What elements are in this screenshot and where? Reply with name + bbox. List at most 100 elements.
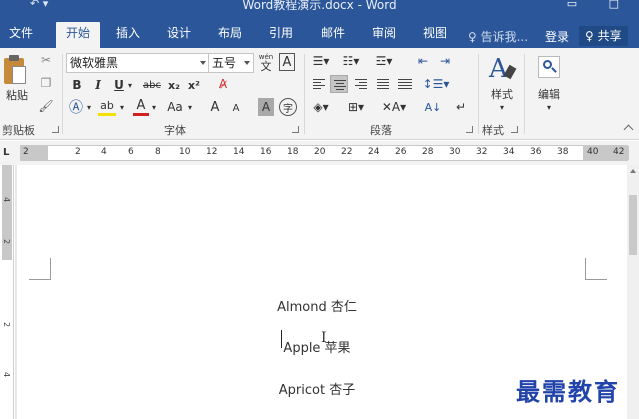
font-launcher-icon[interactable] (292, 126, 299, 133)
justify-button[interactable] (374, 75, 392, 93)
line-spacing-icon[interactable]: ↕☰▾ (423, 75, 450, 93)
ruler-number: 12 (206, 147, 218, 157)
italic-button[interactable]: I (91, 76, 105, 94)
font-name-input[interactable]: 微软雅黑 (66, 53, 210, 73)
char-shading-button[interactable]: A (258, 98, 274, 116)
align-left-button[interactable] (310, 75, 328, 93)
format-painter-icon[interactable]: 🖌 (38, 98, 54, 114)
ruler-number: 38 (557, 147, 569, 157)
font-size-input[interactable]: 五号 (208, 53, 254, 73)
ruler-number: 32 (476, 147, 488, 157)
paste-icon[interactable] (2, 54, 28, 88)
grow-font-button[interactable]: A (208, 98, 222, 116)
show-marks-icon[interactable]: ↵ (452, 98, 470, 116)
clear-formatting-icon[interactable]: A̷ (215, 75, 231, 93)
text-effects-icon[interactable]: Ⓐ (68, 98, 84, 116)
align-center-button[interactable] (330, 75, 348, 93)
chevron-down-icon[interactable]: ▾ (150, 102, 158, 112)
chevron-down-icon[interactable]: ▾ (498, 102, 506, 112)
chevron-down-icon[interactable]: ▾ (126, 80, 134, 90)
tell-me-search[interactable]: ♀ 告诉我... (468, 28, 528, 45)
underline-button[interactable]: U (112, 76, 126, 94)
vertical-scrollbar[interactable] (627, 165, 639, 419)
tab-stop-selector[interactable]: L (3, 147, 9, 158)
subscript-button[interactable]: x₂ (166, 76, 182, 94)
ruler-number: 4 (101, 147, 107, 157)
ruler-number: 40 (587, 147, 599, 157)
search-icon[interactable] (538, 56, 560, 78)
char-border-icon[interactable]: A (279, 53, 295, 71)
paragraph-launcher-icon[interactable] (466, 126, 473, 133)
chevron-down-icon[interactable]: ▾ (186, 102, 194, 112)
enclose-chars-button[interactable]: 字 (279, 98, 297, 116)
chevron-down-icon[interactable]: ▾ (118, 102, 126, 112)
distributed-button[interactable] (396, 75, 414, 93)
ruler-number: 34 (503, 147, 515, 157)
brand-watermark: 最需教育 (516, 378, 620, 406)
chevron-down-icon[interactable]: ▾ (545, 102, 553, 112)
window-controls[interactable]: ▭ □ (567, 0, 633, 10)
tab-design[interactable]: 设计 (157, 22, 201, 48)
login-link[interactable]: 登录 (545, 28, 569, 45)
tab-file[interactable]: 文件 (2, 22, 40, 48)
ruler-number: 2 (2, 238, 12, 245)
ruler-number: 2 (23, 147, 29, 157)
highlight-icon[interactable]: ab (98, 98, 116, 116)
shrink-font-button[interactable]: A (230, 100, 242, 116)
horizontal-ruler[interactable]: 2 2 4 6 8 10 12 14 16 18 20 22 24 26 28 … (20, 145, 629, 161)
phonetic-guide-icon[interactable]: wén 文 (258, 50, 274, 74)
paste-button-label[interactable]: 粘贴 (2, 88, 32, 102)
ruler-number: 16 (260, 147, 272, 157)
tab-view[interactable]: 视图 (413, 22, 457, 48)
borders-icon[interactable]: ⊞▾ (344, 98, 368, 116)
decrease-indent-icon[interactable]: ⇤ (414, 52, 432, 70)
paragraph[interactable]: Almond 杏仁 (17, 296, 617, 315)
shading-icon[interactable]: ◈▾ (310, 98, 332, 116)
increase-indent-icon[interactable]: ⇥ (436, 52, 454, 70)
tab-home[interactable]: 开始 (56, 22, 100, 48)
collapse-ribbon-icon[interactable] (623, 124, 634, 135)
ruler-number: 42 (613, 147, 625, 157)
group-separator (524, 54, 525, 134)
align-right-button[interactable] (352, 75, 370, 93)
multilevel-list-icon[interactable]: ☲▾ (372, 52, 396, 70)
clipboard-launcher-icon[interactable] (52, 126, 59, 133)
styles-group-label: 样式 (482, 124, 504, 137)
ruler-number: 36 (530, 147, 542, 157)
scroll-up-icon[interactable] (630, 169, 636, 173)
styles-launcher-icon[interactable] (511, 126, 518, 133)
group-separator (62, 54, 63, 134)
tab-mailings[interactable]: 邮件 (311, 22, 355, 48)
ruler-number: 10 (179, 147, 191, 157)
copy-icon[interactable]: ❐ (38, 75, 54, 91)
tab-review[interactable]: 审阅 (362, 22, 406, 48)
strikethrough-button[interactable]: abc (142, 76, 162, 94)
change-case-button[interactable]: Aa (165, 98, 185, 116)
title-bar: ↶ ▾ Word教程演示.docx - Word ▭ □ (0, 0, 639, 14)
superscript-button[interactable]: x² (186, 76, 202, 94)
paragraph[interactable]: Apple 苹果 (17, 337, 617, 356)
window-title: Word教程演示.docx - Word (242, 0, 397, 12)
numbering-icon[interactable]: ☷▾ (340, 52, 362, 70)
styles-button-label[interactable]: 样式 (484, 86, 520, 102)
ruler-number: 28 (422, 147, 434, 157)
chevron-down-icon[interactable]: ▾ (85, 102, 93, 112)
share-button[interactable]: ♀ 共享 (579, 26, 628, 46)
cut-icon[interactable]: ✂ (38, 52, 54, 68)
font-group-label: 字体 (164, 124, 186, 137)
chevron-down-icon (200, 61, 206, 65)
bold-button[interactable]: B (70, 76, 84, 94)
bullets-icon[interactable]: ☰▾ (310, 52, 332, 70)
styles-icon[interactable]: A (489, 54, 517, 84)
ruler-number: 2 (75, 147, 81, 157)
sort-icon[interactable]: A↓ (424, 98, 442, 116)
tab-layout[interactable]: 布局 (208, 22, 252, 48)
scroll-thumb[interactable] (629, 195, 637, 255)
chevron-down-icon (244, 61, 250, 65)
font-color-icon[interactable]: A (133, 98, 149, 116)
editing-button-label[interactable]: 编辑 (531, 86, 567, 102)
tab-insert[interactable]: 插入 (106, 22, 150, 48)
vertical-ruler[interactable]: 4 2 2 4 (0, 165, 14, 419)
chinese-layout-icon[interactable]: ✕A▾ (382, 98, 406, 116)
tab-references[interactable]: 引用 (259, 22, 303, 48)
